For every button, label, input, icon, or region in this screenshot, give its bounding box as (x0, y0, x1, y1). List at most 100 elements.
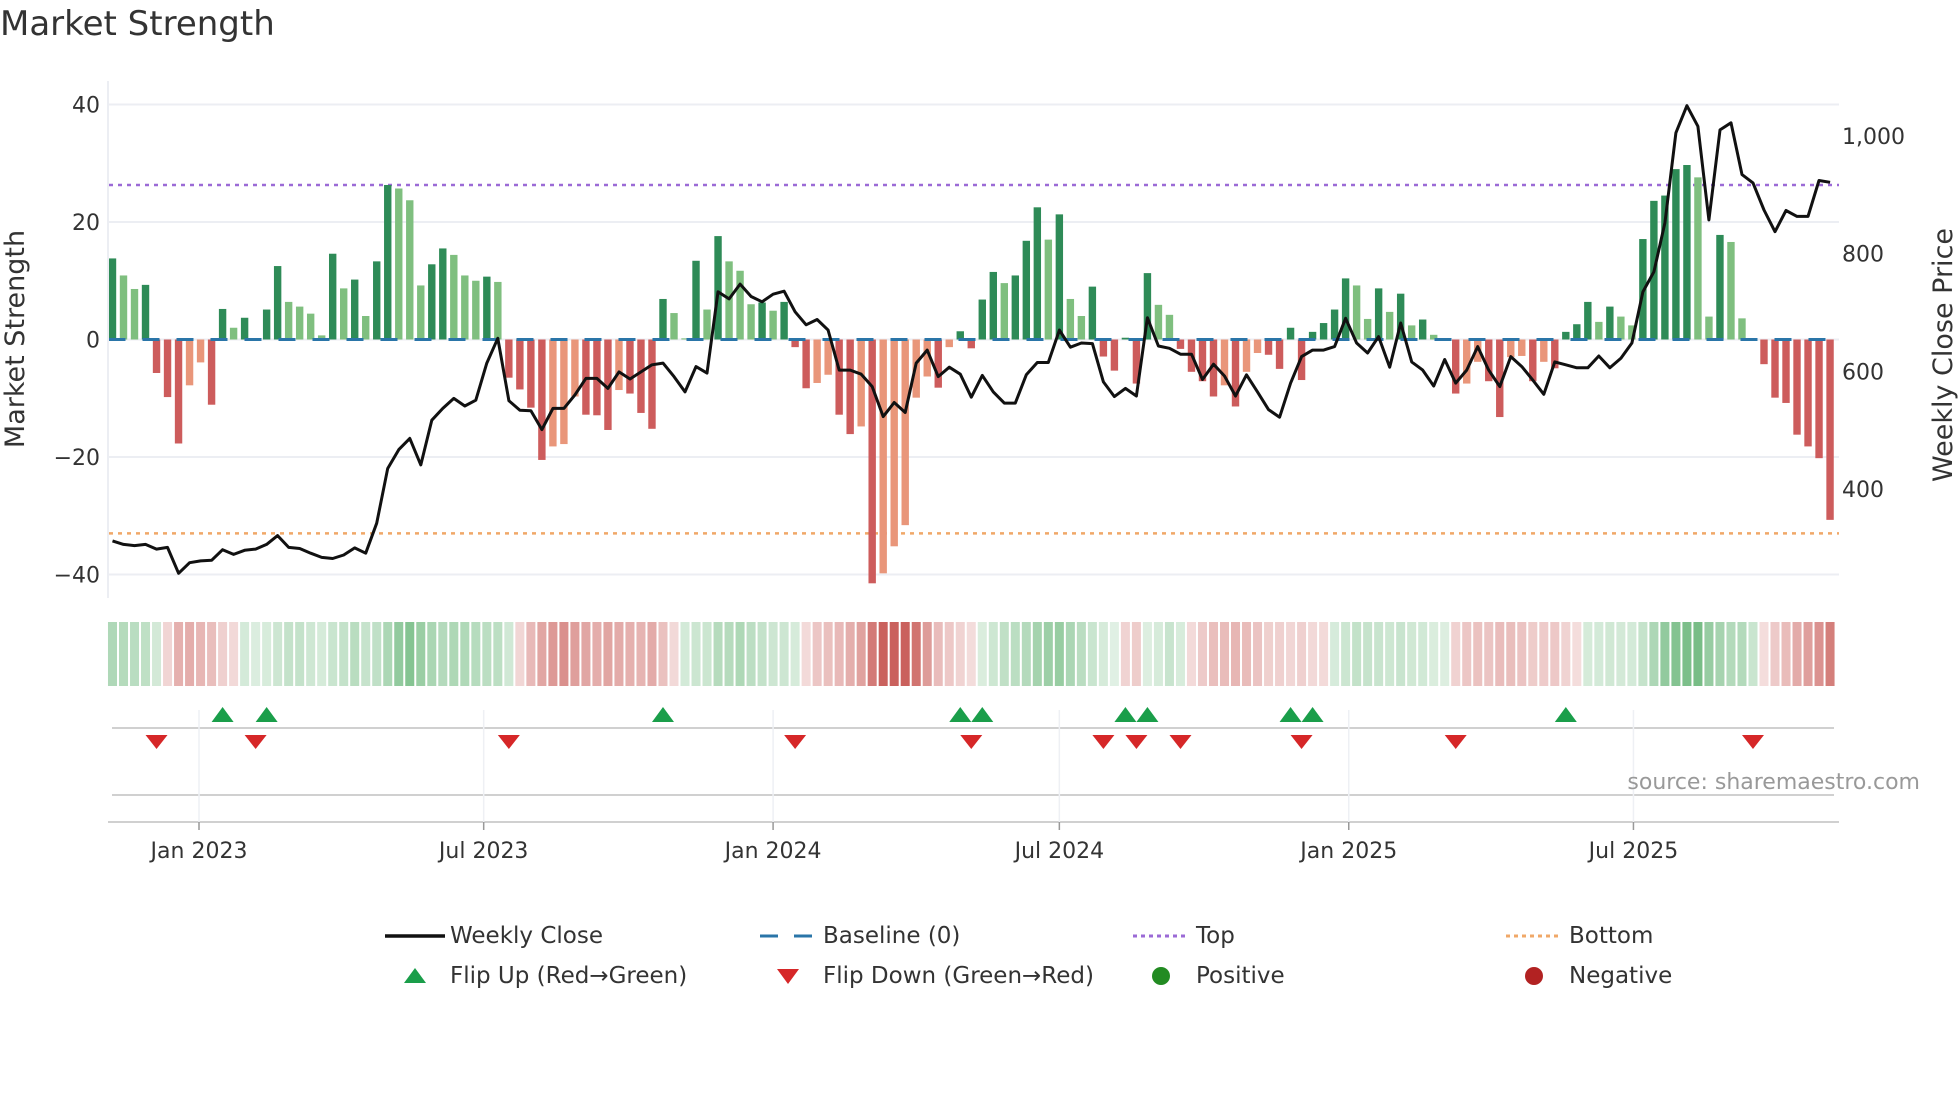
legend-weekly-close[interactable]: Weekly Close (380, 920, 753, 952)
positive-bar (108, 258, 117, 340)
positive-bar (1584, 301, 1592, 340)
legend-label: Top (1196, 923, 1235, 949)
heatmap-cell (812, 622, 822, 686)
heatmap-cell (1330, 622, 1340, 686)
heatmap-cell (1043, 622, 1053, 686)
positive-bar (1055, 214, 1064, 340)
positive-bar (1418, 319, 1427, 340)
positive-bar (725, 261, 733, 340)
positive-bar (1033, 207, 1042, 340)
y-tick-label: −40 (54, 564, 100, 589)
x-tick-label: Jan 2025 (1298, 839, 1397, 864)
positive-bar (384, 184, 392, 340)
heatmap-cell (1186, 622, 1196, 686)
heatmap-cell (218, 622, 228, 686)
heatmap-cell (1605, 622, 1615, 686)
heatmap-cell (1506, 622, 1516, 686)
heatmap-cell (1451, 622, 1461, 686)
legend-positive[interactable]: Positive (1126, 960, 1499, 992)
negative-bar (1452, 339, 1460, 394)
heatmap-cell (526, 622, 536, 686)
heatmap-cell (999, 622, 1009, 686)
reference-lines (109, 183, 1839, 535)
negative-bar (648, 339, 656, 429)
heatmap-cell (1517, 622, 1527, 686)
heatmap-cell (1352, 622, 1362, 686)
source-label: source: sharemaestro.com (1627, 770, 1920, 795)
negative-bar (1518, 339, 1526, 356)
heatmap-cell (570, 622, 580, 686)
legend-flip-up[interactable]: Flip Up (Red→Green) (380, 960, 753, 992)
negative-bar (1826, 339, 1834, 520)
y2-tick-label: 400 (1842, 478, 1884, 503)
positive-bar (1694, 177, 1702, 340)
legend-label: Flip Up (Red→Green) (450, 963, 688, 989)
heatmap-cell (185, 622, 195, 686)
positive-bar (328, 253, 337, 340)
positive-bar (1165, 314, 1174, 340)
positive-bar (218, 308, 227, 340)
positive-bar (1716, 234, 1724, 340)
heatmap-cell (603, 622, 613, 686)
negative-bar (637, 339, 645, 413)
heatmap-cell (118, 622, 129, 686)
heatmap-cell (713, 622, 723, 686)
positive-bar (340, 288, 348, 340)
heatmap-cell (966, 622, 976, 686)
heatmap-cell (878, 622, 888, 686)
heatmap-cell (1021, 622, 1031, 686)
heatmap-cell (1748, 622, 1758, 686)
positive-bar (1363, 318, 1372, 340)
y-tick-label: 0 (86, 329, 100, 354)
heatmap-cell (1231, 622, 1241, 686)
heatmap-cell (1671, 622, 1681, 686)
negative-bar (901, 339, 909, 526)
heatmap-cell (658, 622, 668, 686)
negative-bar (1110, 339, 1119, 371)
positive-bar (1077, 316, 1086, 340)
flip-down-marker (784, 735, 807, 749)
negative-bar (538, 339, 546, 460)
positive-bar (1617, 316, 1625, 340)
legend-label: Weekly Close (450, 923, 603, 949)
positive-bar (284, 301, 293, 340)
dashed-line-swatch-icon (753, 933, 823, 939)
triangle-up-icon (380, 966, 450, 986)
heatmap-cell (163, 622, 173, 686)
heatmap-cell (823, 622, 833, 686)
positive-bar (1044, 239, 1053, 340)
flip-markers: Jan 2023 Jul 2023 Jan 2024 Jul 2024 Jan 2025… (108, 707, 1839, 864)
positive-bar (240, 317, 249, 340)
heatmap-cell (1010, 622, 1020, 686)
positive-bar (494, 281, 502, 340)
legend-top[interactable]: Top (1126, 920, 1499, 952)
legend-baseline[interactable]: Baseline (0) (753, 920, 1126, 952)
positive-bar (141, 284, 150, 340)
negative-bar (879, 339, 887, 574)
y2-tick-label: 600 (1842, 360, 1884, 385)
heatmap-cell (1495, 622, 1505, 686)
heatmap-cell (174, 622, 184, 686)
heatmap-cell (1242, 622, 1252, 686)
positive-bar (747, 304, 755, 340)
positive-bar (450, 254, 458, 340)
heatmap-cell (625, 622, 635, 686)
flip-down-marker (1741, 735, 1764, 749)
negative-bar (890, 339, 898, 547)
negative-bar (1782, 339, 1790, 403)
heatmap-cell (1649, 622, 1659, 686)
heatmap-cell (328, 622, 338, 686)
legend-bottom[interactable]: Bottom (1499, 920, 1719, 952)
positive-bar (1000, 283, 1009, 340)
legend-negative[interactable]: Negative (1499, 960, 1719, 992)
heatmap-cell (1197, 622, 1207, 686)
heatmap-cell (977, 622, 987, 686)
legend-flip-down[interactable]: Flip Down (Green→Red) (753, 960, 1126, 992)
heatmap-cell (1407, 622, 1417, 686)
y-tick-label: 20 (72, 211, 100, 236)
heatmap-cell (1715, 622, 1725, 686)
flip-down-marker (145, 735, 168, 749)
heatmap-cell (1594, 622, 1604, 686)
heatmap-cell (724, 622, 734, 686)
heatmap-cell (1065, 622, 1075, 686)
